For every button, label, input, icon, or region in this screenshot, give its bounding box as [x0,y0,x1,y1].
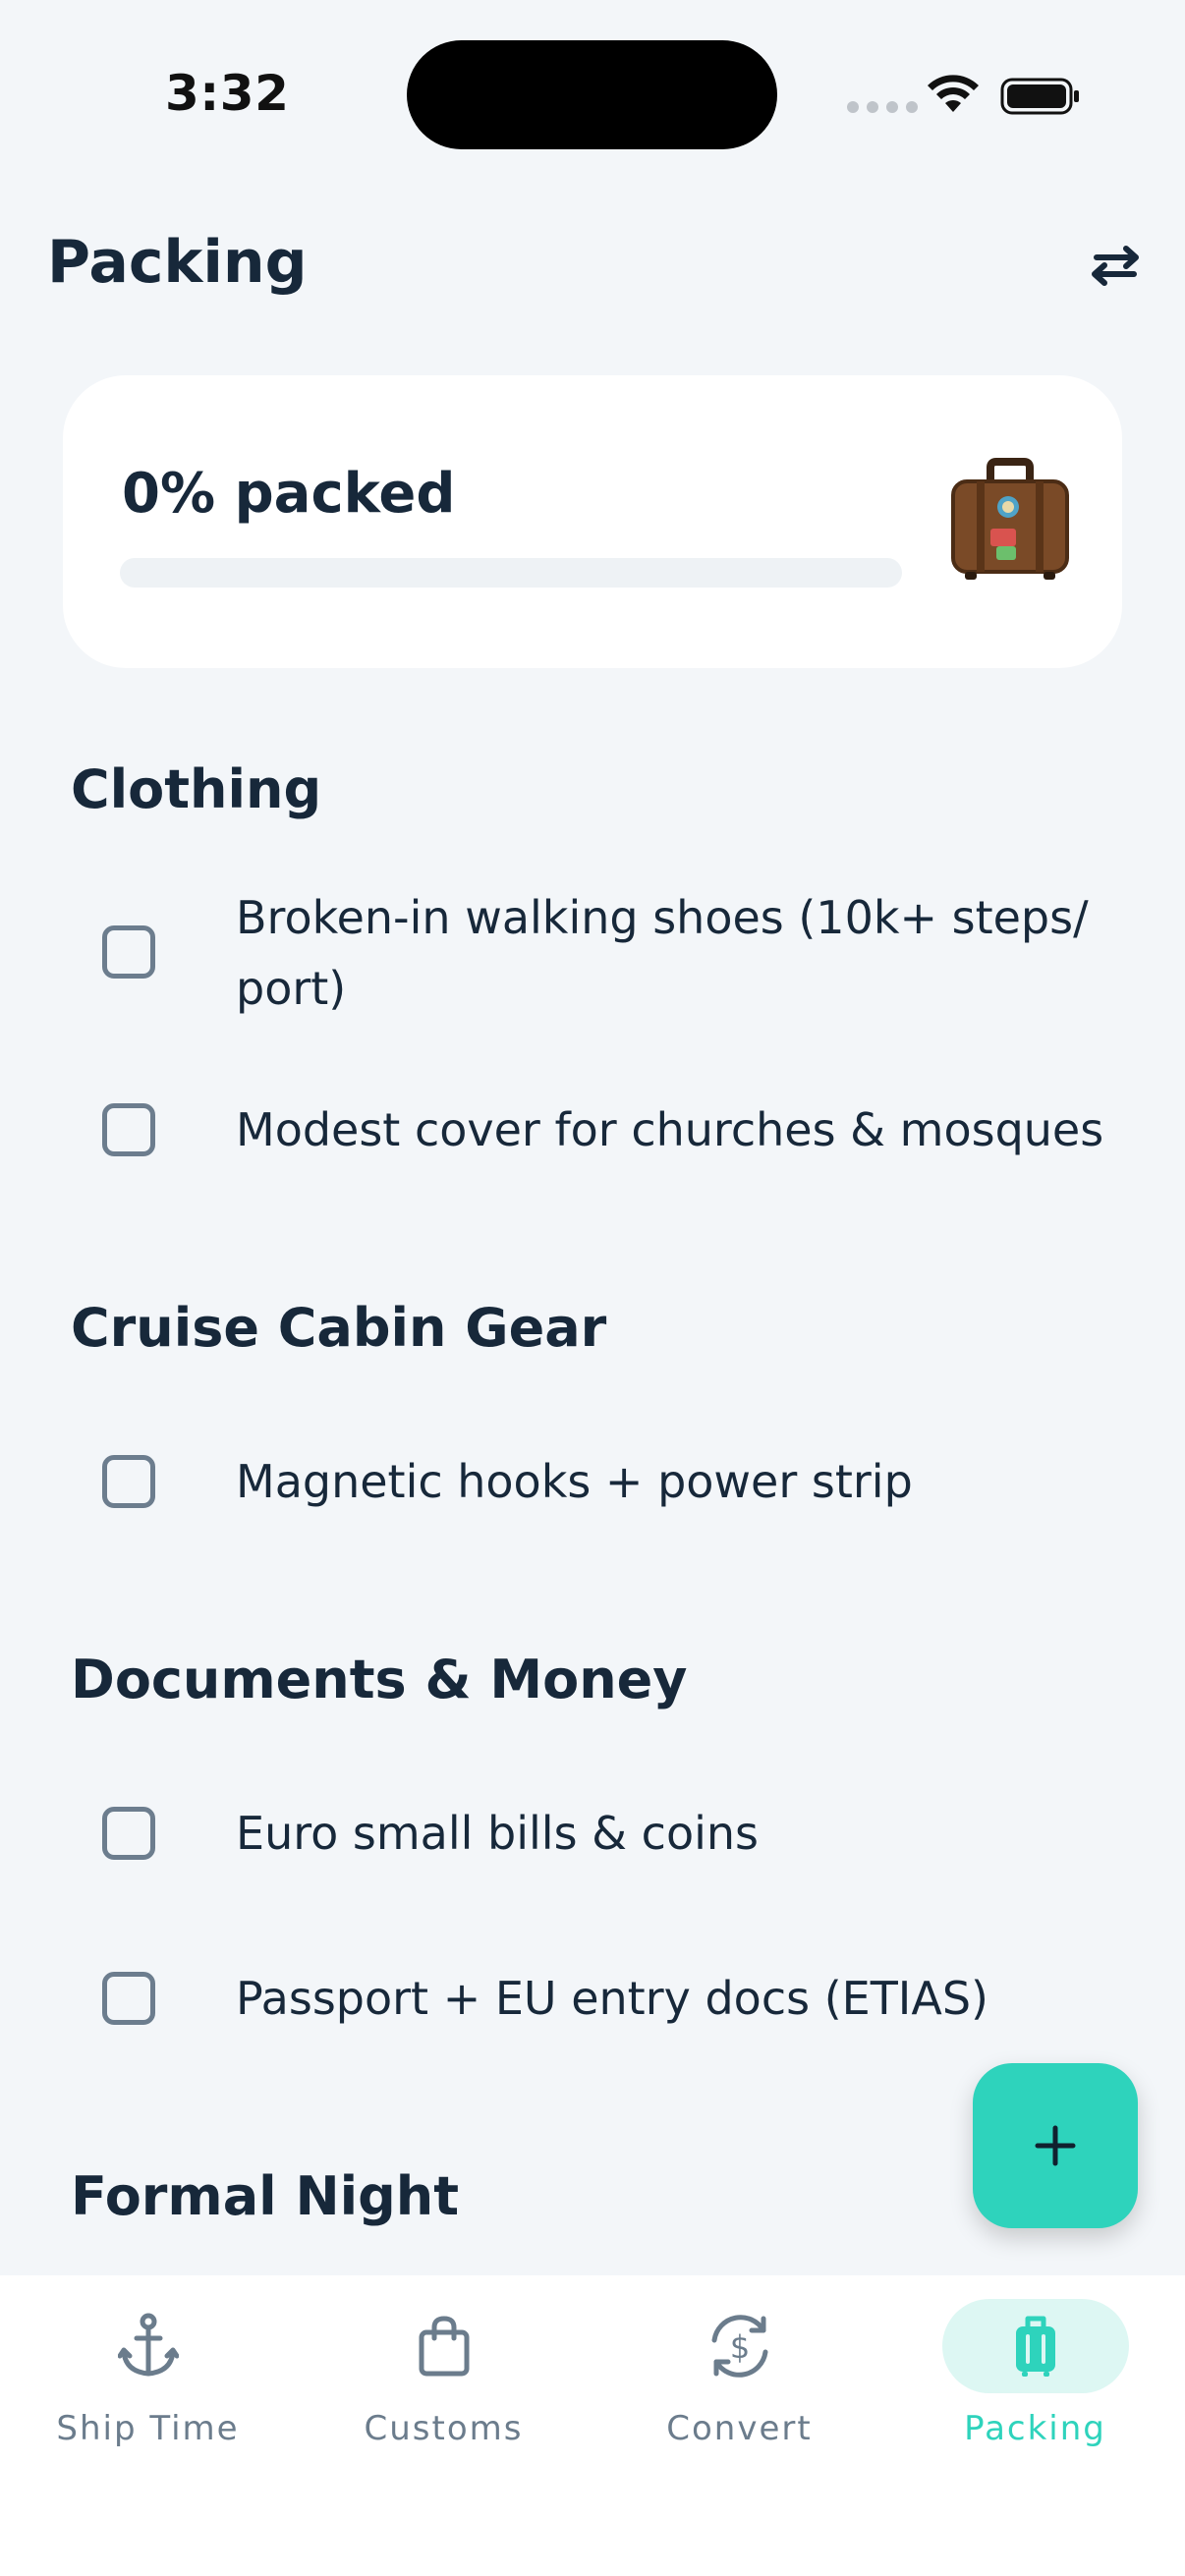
packing-item[interactable]: Euro small bills & coins [102,1796,1146,1871]
anchor-icon [117,2313,179,2377]
plus-icon [1035,2125,1076,2166]
checkbox[interactable] [102,1972,155,2025]
checkbox[interactable] [102,1103,155,1156]
nav-item-customs[interactable]: Customs [296,2275,592,2492]
add-item-button[interactable] [973,2063,1138,2228]
luggage-icon [1015,2316,1055,2377]
packing-item[interactable]: Modest cover for churches & mosques [102,1092,1146,1167]
shopping-bag-icon [419,2316,469,2377]
suitcase-icon [951,458,1069,580]
checkbox[interactable] [102,925,155,979]
progress-bar [120,558,902,588]
page-title: Packing [47,228,308,297]
wifi-icon [928,75,979,112]
cellular-signal-icon [847,101,918,113]
item-label: Modest cover for churches & mosques [236,1103,1104,1156]
bottom-nav: Ship Time Customs $ Convert Packing [0,2275,1185,2576]
section-title-cruise-cabin-gear: Cruise Cabin Gear [71,1297,607,1359]
item-label: Passport + EU entry docs (ETIAS) [236,1972,988,2025]
nav-item-ship-time[interactable]: Ship Time [0,2275,296,2492]
nav-item-convert[interactable]: $ Convert [592,2275,887,2492]
svg-text:$: $ [729,2328,749,2366]
currency-exchange-icon: $ [711,2315,767,2378]
packing-screen: 3:32 Packing 0% packed Clothing Broken-i… [0,0,1185,2576]
nav-label: Ship Time [56,2409,240,2448]
nav-label: Convert [666,2409,813,2448]
section-title-clothing: Clothing [71,758,322,820]
battery-icon [1000,78,1079,115]
section-title-documents-money: Documents & Money [71,1649,688,1710]
swap-button[interactable] [1081,236,1150,295]
status-time: 3:32 [165,65,290,122]
progress-card: 0% packed [63,375,1122,668]
section-title-formal-night: Formal Night [71,2165,460,2227]
progress-label: 0% packed [122,462,456,526]
nav-item-packing[interactable]: Packing [887,2275,1183,2492]
dynamic-island [407,40,777,149]
swap-arrows-icon [1092,246,1139,286]
nav-label: Packing [964,2409,1106,2448]
packing-item[interactable]: Broken-in walking shoes (10k+ steps/ por… [102,870,1146,1037]
item-label: Broken-in walking shoes (10k+ steps/ por… [236,891,1089,1015]
packing-item[interactable]: Passport + EU entry docs (ETIAS) [102,1961,1146,2036]
item-label: Euro small bills & coins [236,1807,759,1860]
checkbox[interactable] [102,1807,155,1860]
item-label: Magnetic hooks + power strip [236,1455,913,1508]
packing-item[interactable]: Magnetic hooks + power strip [102,1444,1146,1519]
nav-label: Customs [364,2409,524,2448]
checkbox[interactable] [102,1455,155,1508]
